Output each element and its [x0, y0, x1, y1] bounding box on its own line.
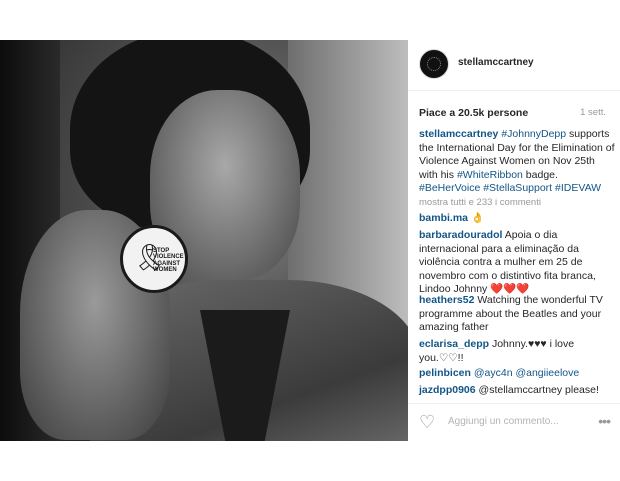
caption-text-2: badge.	[522, 168, 558, 181]
comment-text: 👌	[470, 212, 485, 224]
comment-item: heathers52 Watching the wonderful TV pro…	[419, 294, 615, 335]
comment-username[interactable]: heathers52	[419, 294, 474, 306]
likes-count[interactable]: Piace a 20.5k persone	[419, 107, 528, 119]
hashtag-whiteribbon[interactable]: #WhiteRibbon	[457, 169, 523, 181]
instagram-post: 🎗 STOP VIOLENCE AGAINST WOMEN stellamcca…	[0, 40, 620, 441]
badge-text: STOP VIOLENCE AGAINST WOMEN	[153, 248, 184, 273]
comment-item: pelinbicen @ayc4n @angiieelove	[419, 367, 615, 381]
add-comment-input[interactable]: Aggiungi un commento...	[448, 416, 559, 427]
post-footer: ♡ Aggiungi un commento... •••	[408, 403, 620, 442]
comment-item: barbaradouradol Apoia o dia internaciona…	[419, 229, 615, 297]
comment-username[interactable]: jazdpp0906	[419, 384, 476, 396]
post-header: stellamccartney	[408, 40, 620, 91]
more-options-icon[interactable]: •••	[598, 414, 611, 428]
avatar[interactable]	[419, 49, 449, 79]
hashtag-johnnydepp[interactable]: #JohnnyDepp	[501, 128, 566, 140]
comment-item: eclarisa_depp Johnny.♥♥♥ i love you.♡♡!!	[419, 338, 615, 365]
post-side-panel: stellamccartney Piace a 20.5k persone 1 …	[408, 40, 620, 441]
heart-outline-icon[interactable]: ♡	[419, 413, 439, 431]
show-all-comments-link[interactable]: mostra tutti e 233 i commenti	[419, 197, 541, 208]
comment-username[interactable]: bambi.ma	[419, 212, 468, 224]
white-ribbon-badge: 🎗 STOP VIOLENCE AGAINST WOMEN	[120, 225, 188, 293]
comment-item: jazdpp0906 @stellamccartney please!	[419, 384, 615, 398]
post-caption: stellamccartney #JohnnyDepp supports the…	[419, 128, 615, 196]
comment-username[interactable]: barbaradouradol	[419, 229, 502, 241]
caption-username[interactable]: stellamccartney	[419, 128, 498, 140]
post-time[interactable]: 1 sett.	[580, 107, 606, 118]
post-photo[interactable]: 🎗 STOP VIOLENCE AGAINST WOMEN	[0, 40, 408, 441]
header-username[interactable]: stellamccartney	[458, 57, 534, 68]
comment-text[interactable]: @ayc4n @angiieelove	[474, 367, 579, 379]
comment-text: @stellamccartney please!	[478, 384, 599, 396]
hashtags-campaign[interactable]: #BeHerVoice #StellaSupport #IDEVAW	[419, 182, 601, 194]
comment-item: bambi.ma 👌	[419, 212, 615, 226]
comment-username[interactable]: pelinbicen	[419, 367, 471, 379]
comment-username[interactable]: eclarisa_depp	[419, 338, 489, 350]
